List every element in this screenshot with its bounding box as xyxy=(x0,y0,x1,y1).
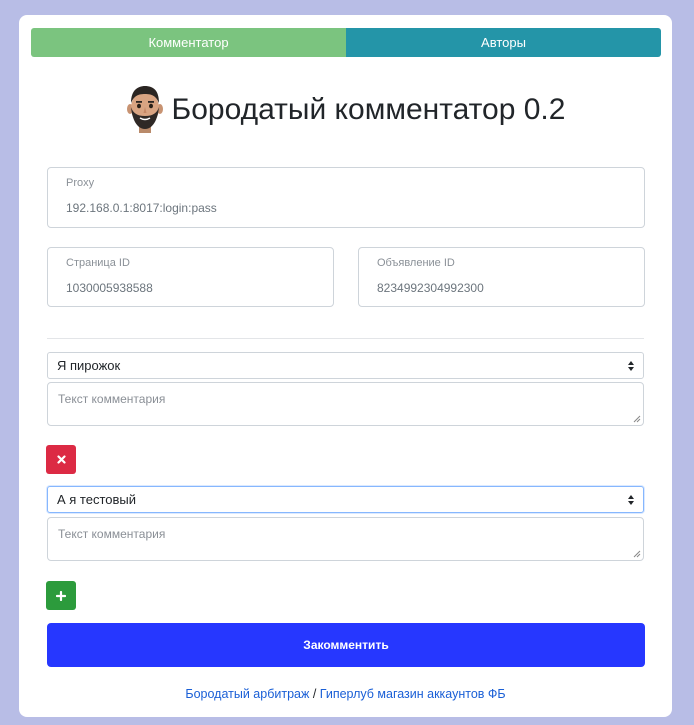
proxy-value[interactable]: 192.168.0.1:8017:login:pass xyxy=(66,201,217,215)
page-id-field[interactable]: Страница ID 1030005938588 xyxy=(47,247,334,307)
footer-link-arbitrage[interactable]: Бородатый арбитраж xyxy=(185,687,309,701)
comment-placeholder: Текст комментария xyxy=(58,527,166,541)
proxy-label: Proxy xyxy=(66,177,95,189)
close-icon xyxy=(56,455,66,464)
ad-id-field[interactable]: Объявление ID 8234992304992300 xyxy=(358,247,645,307)
plus-icon xyxy=(56,590,66,601)
author-select-1[interactable]: Я пирожок xyxy=(47,352,644,379)
proxy-field[interactable]: Proxy 192.168.0.1:8017:login:pass xyxy=(47,167,645,228)
tab-commentator[interactable]: Комментатор xyxy=(31,28,346,57)
footer: Бородатый арбитраж / Гиперлуб магазин ак… xyxy=(19,687,672,701)
title-row: Бородатый комментатор 0.2 xyxy=(19,85,672,135)
comment-placeholder: Текст комментария xyxy=(58,392,166,406)
ad-id-label: Объявление ID xyxy=(377,257,455,269)
remove-comment-button[interactable] xyxy=(46,445,76,474)
divider xyxy=(47,338,644,339)
comment-textarea-1[interactable]: Текст комментария xyxy=(47,382,644,426)
select-arrows-icon xyxy=(628,495,634,505)
page-id-value[interactable]: 1030005938588 xyxy=(66,281,153,295)
resize-grip-icon[interactable] xyxy=(633,415,641,423)
tab-bar: Комментатор Авторы xyxy=(31,28,661,57)
author-select-value: Я пирожок xyxy=(57,358,121,373)
resize-grip-icon[interactable] xyxy=(633,550,641,558)
bearded-man-avatar-icon xyxy=(126,86,163,133)
submit-button[interactable]: Закомментить xyxy=(47,623,645,667)
page-id-label: Страница ID xyxy=(66,257,130,269)
tab-authors[interactable]: Авторы xyxy=(346,28,661,57)
author-select-2[interactable]: А я тестовый xyxy=(47,486,644,513)
comment-textarea-2[interactable]: Текст комментария xyxy=(47,517,644,561)
footer-separator: / xyxy=(309,687,320,701)
page-title: Бородатый комментатор 0.2 xyxy=(171,93,566,126)
ad-id-value[interactable]: 8234992304992300 xyxy=(377,281,484,295)
main-card: Комментатор Авторы Бородатый комментатор… xyxy=(19,15,672,717)
select-arrows-icon xyxy=(628,361,634,371)
author-select-value: А я тестовый xyxy=(57,492,137,507)
add-comment-button[interactable] xyxy=(46,581,76,610)
footer-link-shop[interactable]: Гиперлуб магазин аккаунтов ФБ xyxy=(320,687,506,701)
